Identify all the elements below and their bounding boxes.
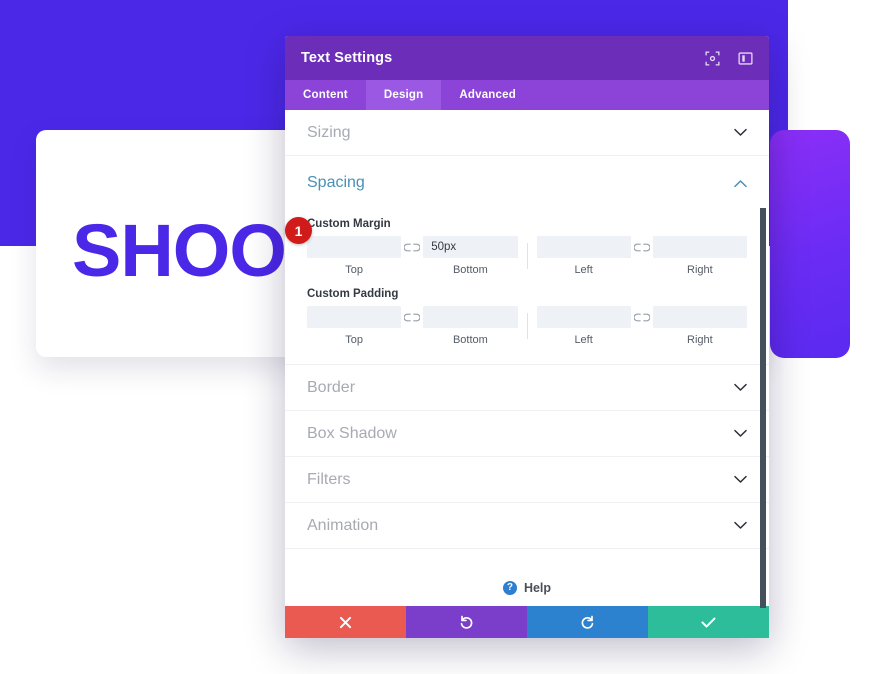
section-animation-label: Animation [307, 516, 379, 534]
save-button[interactable] [648, 606, 769, 638]
broken-link-icon[interactable] [631, 237, 653, 259]
custom-margin-right-label: Right [687, 264, 713, 276]
redo-button[interactable] [527, 606, 648, 638]
custom-padding-horizontal-pair: Left Right [536, 306, 747, 346]
layout-icon[interactable] [738, 51, 753, 66]
custom-padding-left-input[interactable] [536, 306, 631, 328]
modal-title: Text Settings [301, 50, 393, 66]
undo-icon [459, 615, 474, 630]
custom-padding-bottom-cell: Bottom [423, 306, 518, 346]
modal-header: Text Settings [285, 36, 769, 80]
custom-margin-right-input[interactable] [652, 236, 747, 258]
section-sizing[interactable]: Sizing [285, 110, 769, 156]
redo-icon [580, 615, 595, 630]
help-icon: ? [502, 581, 517, 595]
custom-margin-top-input[interactable] [307, 236, 402, 258]
chevron-down-icon [734, 128, 747, 137]
quad-divider [526, 243, 528, 269]
annotation-marker-1: 1 [285, 217, 312, 244]
custom-padding-bottom-input[interactable] [423, 306, 518, 328]
section-filters-label: Filters [307, 470, 351, 488]
custom-margin-left-cell: Left [536, 236, 631, 276]
custom-margin-top-label: Top [345, 264, 363, 276]
custom-margin-title: Custom Margin [307, 218, 391, 230]
tab-content[interactable]: Content [285, 80, 366, 110]
tab-advanced[interactable]: Advanced [441, 80, 534, 110]
custom-margin-vertical-pair: Top Bottom [307, 236, 518, 276]
custom-padding-right-input[interactable] [652, 306, 747, 328]
modal-header-actions [705, 50, 753, 66]
section-sizing-label: Sizing [307, 123, 351, 141]
custom-margin-bottom-input[interactable] [423, 236, 518, 258]
section-box-shadow[interactable]: Box Shadow [285, 411, 769, 457]
help-label: Help [523, 581, 552, 595]
custom-margin-left-label: Left [574, 264, 593, 276]
modal-body: Sizing Spacing Custom Margin Top 50px Bo… [285, 110, 769, 606]
modal-footer [285, 606, 769, 638]
chevron-up-icon [734, 179, 747, 188]
custom-padding-row: Top Bottom Left Right [307, 306, 747, 346]
custom-margin-right-cell: Right [652, 236, 747, 276]
custom-margin-top-cell: Top [307, 236, 402, 276]
custom-padding-top-label: Top [345, 334, 363, 346]
custom-margin-row: Top Bottom [307, 236, 747, 276]
modal-tab-bar: Content Design Advanced [285, 80, 769, 110]
broken-link-icon[interactable] [401, 237, 423, 259]
custom-margin-bottom-cell: Bottom [423, 236, 518, 276]
custom-padding-title: Custom Padding [307, 288, 399, 300]
quad-divider [526, 313, 528, 339]
custom-padding-bottom-label: Bottom [452, 334, 488, 346]
broken-link-icon[interactable] [631, 307, 653, 329]
chevron-down-icon [734, 475, 747, 484]
custom-padding-left-cell: Left [536, 306, 631, 346]
section-spacing[interactable]: Spacing [285, 156, 769, 210]
section-border-label: Border [307, 378, 356, 396]
expand-icon[interactable] [705, 50, 720, 66]
section-spacing-label: Spacing [307, 174, 365, 191]
custom-margin-horizontal-pair: Left Right [536, 236, 747, 276]
chevron-down-icon [734, 429, 747, 438]
custom-padding-vertical-pair: Top Bottom [307, 306, 518, 346]
undo-button[interactable] [406, 606, 527, 638]
cancel-button[interactable] [285, 606, 406, 638]
section-filters[interactable]: Filters [285, 457, 769, 503]
section-border[interactable]: Border [285, 365, 769, 411]
broken-link-icon[interactable] [401, 307, 423, 329]
custom-padding-right-label: Right [687, 334, 713, 346]
custom-margin-bottom-label: Bottom [452, 264, 488, 276]
help-link[interactable]: ? Help [285, 549, 769, 606]
modal-scrollbar[interactable] [760, 208, 766, 608]
check-icon [701, 616, 716, 629]
close-icon [339, 616, 352, 629]
chevron-down-icon [734, 521, 747, 530]
custom-padding-right-cell: Right [652, 306, 747, 346]
custom-padding-top-input[interactable] [307, 306, 402, 328]
section-box-shadow-label: Box Shadow [307, 424, 397, 442]
screen-root: SHOOT Text Settings Content Design Advan… [0, 0, 880, 674]
custom-padding-left-label: Left [574, 334, 593, 346]
text-settings-modal: Text Settings Content Design Advanced Si… [285, 36, 769, 638]
chevron-down-icon [734, 383, 747, 392]
tab-design[interactable]: Design [365, 80, 442, 110]
custom-padding-top-cell: Top [307, 306, 402, 346]
custom-margin-left-input[interactable] [536, 236, 631, 258]
background-accent-card [770, 130, 850, 358]
section-animation[interactable]: Animation [285, 503, 769, 549]
spacing-panel: Custom Margin Top 50px Bottom Left Right… [285, 210, 769, 365]
